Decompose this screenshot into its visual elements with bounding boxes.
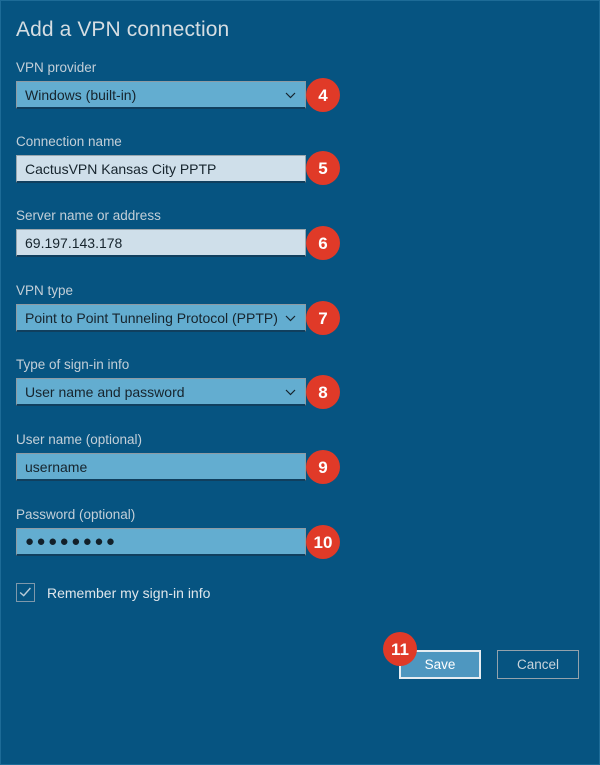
user-name-value: username xyxy=(25,458,88,475)
label-vpn-provider: VPN provider xyxy=(16,60,97,75)
field-user-name: User name (optional) username xyxy=(16,432,316,481)
remember-signin-checkbox-row[interactable]: Remember my sign-in info xyxy=(16,583,210,602)
vpn-provider-value: Windows (built-in) xyxy=(25,86,137,103)
label-password: Password (optional) xyxy=(16,507,136,522)
field-vpn-provider: VPN provider Windows (built-in) xyxy=(16,60,316,109)
user-name-input[interactable]: username xyxy=(16,453,306,481)
password-input[interactable]: ●●●●●●●● xyxy=(16,528,306,556)
field-vpn-type: VPN type Point to Point Tunneling Protoc… xyxy=(16,283,316,332)
remember-signin-checkbox[interactable] xyxy=(16,583,35,602)
vpn-type-value: Point to Point Tunneling Protocol (PPTP) xyxy=(25,309,278,326)
step-badge-11: 11 xyxy=(383,632,417,666)
chevron-down-icon xyxy=(284,88,297,101)
step-badge-10: 10 xyxy=(306,525,340,559)
connection-name-value: CactusVPN Kansas City PPTP xyxy=(25,160,217,177)
label-connection-name: Connection name xyxy=(16,134,122,149)
chevron-down-icon xyxy=(284,311,297,324)
step-badge-8: 8 xyxy=(306,375,340,409)
add-vpn-connection-dialog: Add a VPN connection VPN provider Window… xyxy=(0,0,600,765)
field-password: Password (optional) ●●●●●●●● xyxy=(16,507,316,556)
connection-name-input[interactable]: CactusVPN Kansas City PPTP xyxy=(16,155,306,183)
label-user-name: User name (optional) xyxy=(16,432,143,447)
step-badge-5: 5 xyxy=(306,151,340,185)
page-title: Add a VPN connection xyxy=(16,18,230,41)
server-address-input[interactable]: 69.197.143.178 xyxy=(16,229,306,257)
server-address-value: 69.197.143.178 xyxy=(25,234,123,251)
dialog-button-row: Save Cancel xyxy=(399,650,579,679)
vpn-type-dropdown[interactable]: Point to Point Tunneling Protocol (PPTP) xyxy=(16,304,306,332)
step-badge-9: 9 xyxy=(306,450,340,484)
signin-type-dropdown[interactable]: User name and password xyxy=(16,378,306,406)
step-badge-6: 6 xyxy=(306,226,340,260)
label-vpn-type: VPN type xyxy=(16,283,74,298)
step-badge-4: 4 xyxy=(306,78,340,112)
step-badge-7: 7 xyxy=(306,301,340,335)
cancel-button[interactable]: Cancel xyxy=(497,650,579,679)
remember-signin-label: Remember my sign-in info xyxy=(47,584,211,601)
label-signin-type: Type of sign-in info xyxy=(16,357,130,372)
field-server-address: Server name or address 69.197.143.178 xyxy=(16,208,316,257)
field-connection-name: Connection name CactusVPN Kansas City PP… xyxy=(16,134,316,183)
field-signin-type: Type of sign-in info User name and passw… xyxy=(16,357,316,406)
chevron-down-icon xyxy=(284,385,297,398)
signin-type-value: User name and password xyxy=(25,383,185,400)
vpn-provider-dropdown[interactable]: Windows (built-in) xyxy=(16,81,306,109)
password-value: ●●●●●●●● xyxy=(25,533,118,550)
label-server-address: Server name or address xyxy=(16,208,161,223)
